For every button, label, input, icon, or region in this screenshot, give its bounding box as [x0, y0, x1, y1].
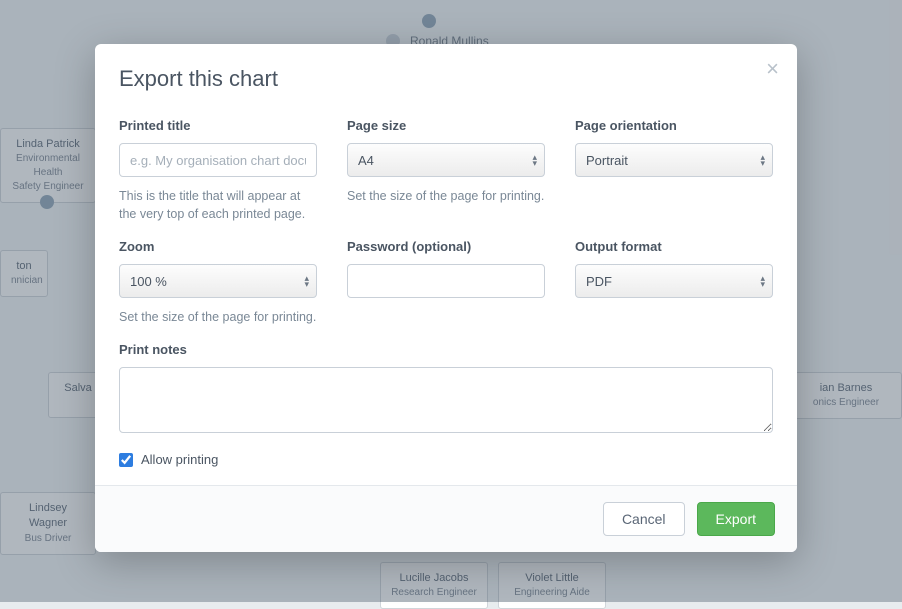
printed-title-hint: This is the title that will appear at th… — [119, 187, 317, 223]
modal-footer: Cancel Export — [95, 485, 797, 552]
print-notes-label: Print notes — [119, 342, 773, 357]
allow-printing-checkbox[interactable] — [119, 453, 133, 467]
zoom-hint: Set the size of the page for printing. — [119, 308, 317, 326]
password-label: Password (optional) — [347, 239, 545, 254]
zoom-label: Zoom — [119, 239, 317, 254]
output-format-label: Output format — [575, 239, 773, 254]
page-orientation-label: Page orientation — [575, 118, 773, 133]
export-button[interactable]: Export — [697, 502, 775, 536]
print-notes-textarea[interactable] — [119, 367, 773, 433]
zoom-select[interactable]: 100 % — [119, 264, 317, 298]
page-orientation-select[interactable]: Portrait — [575, 143, 773, 177]
password-input[interactable] — [347, 264, 545, 298]
allow-printing-label: Allow printing — [141, 452, 218, 467]
page-size-select[interactable]: A4 — [347, 143, 545, 177]
modal-title: Export this chart — [119, 66, 773, 92]
printed-title-label: Printed title — [119, 118, 317, 133]
cancel-button[interactable]: Cancel — [603, 502, 685, 536]
export-modal: × Export this chart Printed title This i… — [95, 44, 797, 552]
output-format-select[interactable]: PDF — [575, 264, 773, 298]
printed-title-input[interactable] — [119, 143, 317, 177]
page-size-label: Page size — [347, 118, 545, 133]
close-icon[interactable]: × — [766, 58, 779, 80]
page-size-hint: Set the size of the page for printing. — [347, 187, 545, 205]
